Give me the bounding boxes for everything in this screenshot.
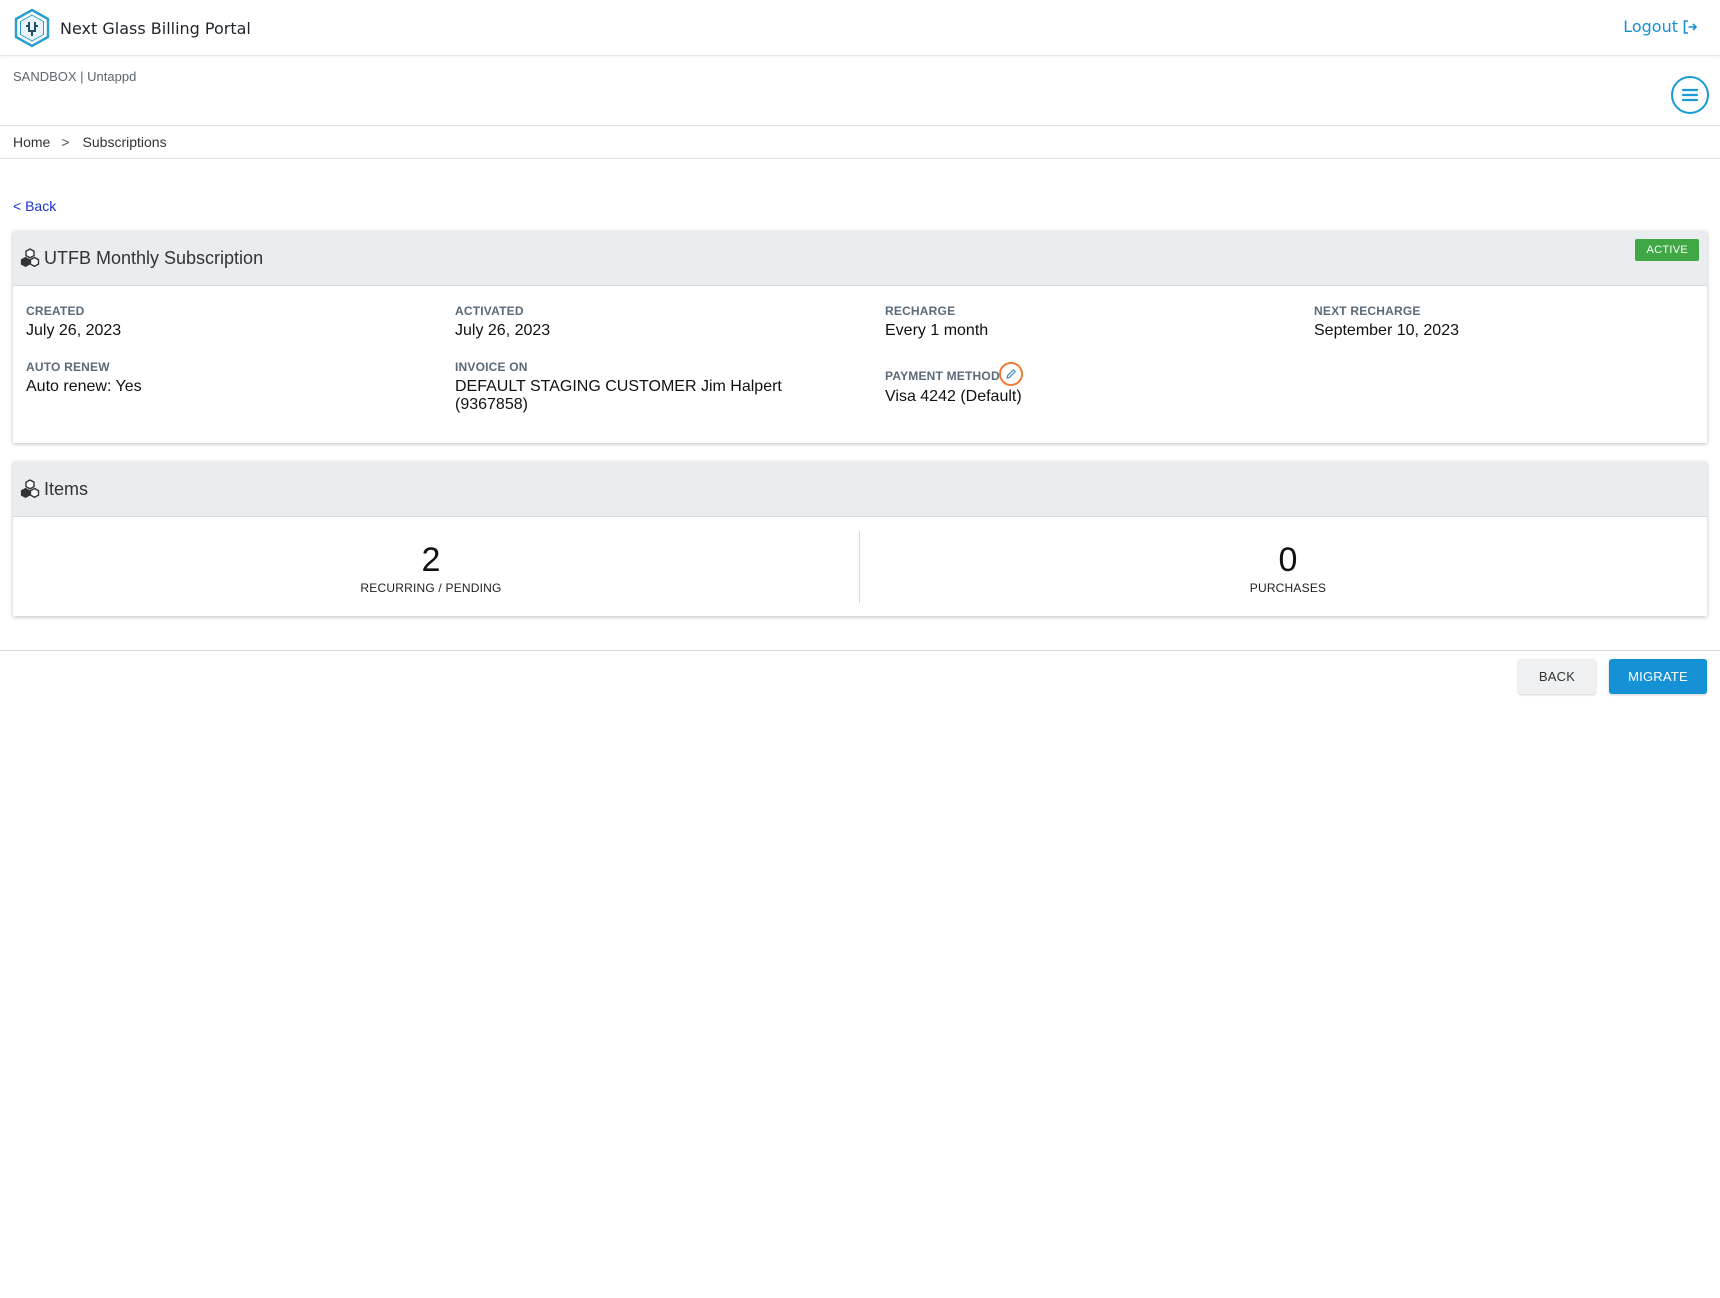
purchases-count: 0 xyxy=(1278,541,1298,579)
top-navbar: Next Glass Billing Portal Logout xyxy=(0,0,1720,56)
auto-renew-value: Auto renew: Yes xyxy=(26,378,142,395)
hexagon-logo-icon xyxy=(14,8,50,48)
back-link[interactable]: < Back xyxy=(13,198,56,214)
org-label: SANDBOX | Untappd xyxy=(13,69,137,84)
subscription-card: UTFB Monthly Subscription ACTIVE CREATED… xyxy=(13,231,1707,443)
recurring-count: 2 xyxy=(421,541,441,579)
payment-method-field: PAYMENT METHOD Visa 4242 (Default) xyxy=(885,362,1305,406)
recurring-label: RECURRING / PENDING xyxy=(360,581,502,595)
invoice-on-field: INVOICE ON DEFAULT STAGING CUSTOMER Jim … xyxy=(455,360,815,414)
menu-button[interactable] xyxy=(1671,76,1709,114)
items-title: Items xyxy=(44,478,89,499)
subscription-details: CREATED July 26, 2023 ACTIVATED July 26,… xyxy=(13,286,1707,443)
created-field: CREATED July 26, 2023 xyxy=(26,304,446,340)
edit-pencil-icon xyxy=(1005,368,1016,379)
next-recharge-field: NEXT RECHARGE September 10, 2023 xyxy=(1314,304,1720,340)
edit-payment-method-button[interactable] xyxy=(998,362,1023,386)
recharge-field: RECHARGE Every 1 month xyxy=(885,304,1305,340)
breadcrumb-home[interactable]: Home xyxy=(13,134,50,150)
payment-method-value: Visa 4242 (Default) xyxy=(885,388,1022,405)
subscription-card-header: UTFB Monthly Subscription ACTIVE xyxy=(13,231,1707,286)
menu-icon xyxy=(1681,88,1699,102)
logout-icon xyxy=(1683,19,1698,34)
activated-value: July 26, 2023 xyxy=(455,322,551,339)
created-value: July 26, 2023 xyxy=(26,322,122,339)
next-recharge-value: September 10, 2023 xyxy=(1314,322,1459,339)
migrate-button[interactable]: MIGRATE xyxy=(1609,659,1707,694)
recharge-value: Every 1 month xyxy=(885,322,989,339)
app-name: Next Glass Billing Portal xyxy=(60,18,251,38)
activated-field: ACTIVATED July 26, 2023 xyxy=(455,304,875,340)
activated-label: ACTIVATED xyxy=(455,304,524,318)
breadcrumb-separator: > xyxy=(61,134,70,150)
logout-button[interactable]: Logout xyxy=(1623,17,1698,36)
auto-renew-field: AUTO RENEW Auto renew: Yes xyxy=(26,360,446,396)
purchases-stat[interactable]: 0 PURCHASES xyxy=(1088,540,1488,595)
org-bar: SANDBOX | Untappd xyxy=(0,56,1720,126)
purchases-label: PURCHASES xyxy=(1249,581,1327,595)
subscription-title: UTFB Monthly Subscription xyxy=(44,247,264,268)
auto-renew-label: AUTO RENEW xyxy=(26,360,110,374)
items-card-header: Items xyxy=(13,462,1707,517)
items-summary: 2 RECURRING / PENDING 0 PURCHASES xyxy=(13,517,1707,616)
cubes-icon xyxy=(20,479,40,499)
next-recharge-label: NEXT RECHARGE xyxy=(1314,304,1421,318)
stat-divider xyxy=(859,531,860,603)
footer-divider xyxy=(0,650,1720,651)
back-button[interactable]: BACK xyxy=(1518,659,1596,694)
cubes-icon xyxy=(20,248,40,268)
created-label: CREATED xyxy=(26,304,85,318)
status-badge: ACTIVE xyxy=(1635,239,1699,261)
logout-label: Logout xyxy=(1623,17,1678,36)
payment-method-label: PAYMENT METHOD xyxy=(885,369,1000,383)
brand[interactable]: Next Glass Billing Portal xyxy=(12,8,251,48)
recurring-stat[interactable]: 2 RECURRING / PENDING xyxy=(231,540,631,595)
items-card: Items 2 RECURRING / PENDING 0 PURCHASES xyxy=(13,462,1707,616)
invoice-on-value: DEFAULT STAGING CUSTOMER Jim Halpert (93… xyxy=(455,378,782,413)
recharge-label: RECHARGE xyxy=(885,304,956,318)
invoice-on-label: INVOICE ON xyxy=(455,360,528,374)
payment-method-header: PAYMENT METHOD xyxy=(885,362,1305,386)
breadcrumb: Home > Subscriptions xyxy=(0,126,1720,159)
breadcrumb-current: Subscriptions xyxy=(82,134,167,150)
